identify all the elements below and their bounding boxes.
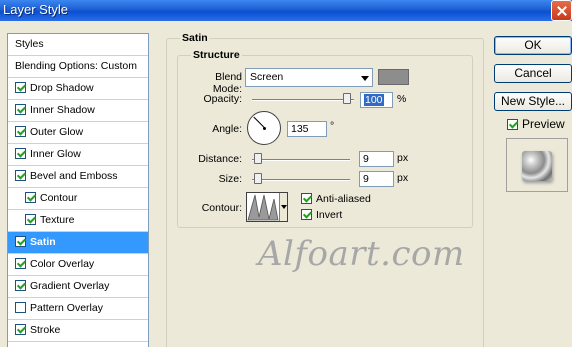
style-item-label: Outer Glow: [30, 126, 84, 138]
style-item-texture[interactable]: Texture: [8, 210, 148, 232]
close-icon[interactable]: [551, 0, 572, 21]
anti-aliased-option[interactable]: Anti-aliased: [301, 193, 371, 205]
angle-input[interactable]: 135: [287, 121, 327, 137]
style-item-label: Contour: [40, 192, 78, 204]
title-bar: Layer Style: [0, 0, 572, 21]
style-item-label: Inner Shadow: [30, 104, 95, 116]
checkbox-checked-icon[interactable]: [15, 170, 26, 181]
angle-value: 135: [291, 123, 309, 135]
style-item-contour[interactable]: Contour: [8, 188, 148, 210]
distance-slider-track[interactable]: [252, 159, 350, 161]
styles-list: Styles Blending Options: Custom Drop Sha…: [7, 33, 149, 347]
style-item-inner-glow[interactable]: Inner Glow: [8, 144, 148, 166]
style-item-stroke[interactable]: Stroke: [8, 320, 148, 342]
invert-label: Invert: [316, 209, 343, 221]
angle-unit: °: [330, 120, 335, 132]
size-unit: px: [397, 172, 409, 184]
style-item-drop-shadow[interactable]: Drop Shadow: [8, 78, 148, 100]
dropdown-arrow-icon[interactable]: [279, 193, 287, 221]
blend-color-swatch[interactable]: [378, 69, 409, 85]
preview-option[interactable]: Preview: [507, 117, 565, 131]
distance-unit: px: [397, 152, 409, 164]
ok-button[interactable]: OK: [494, 36, 572, 55]
angle-dial-icon[interactable]: [247, 111, 281, 145]
style-item-gradient-overlay[interactable]: Gradient Overlay: [8, 276, 148, 298]
anti-aliased-label: Anti-aliased: [316, 193, 371, 205]
checkbox-checked-icon[interactable]: [15, 324, 26, 335]
checkbox-checked-icon[interactable]: [507, 119, 518, 130]
blend-mode-label: Blend Mode:: [212, 71, 242, 95]
cancel-button[interactable]: Cancel: [494, 64, 572, 83]
style-item-label: Satin: [30, 236, 56, 248]
preview-swatch: [522, 151, 552, 181]
checkbox-checked-icon[interactable]: [15, 148, 26, 159]
opacity-unit: %: [397, 93, 407, 105]
satin-group-title: Satin: [180, 32, 210, 44]
size-slider-track[interactable]: [252, 179, 350, 181]
style-item-outer-glow[interactable]: Outer Glow: [8, 122, 148, 144]
style-item-pattern-overlay[interactable]: Pattern Overlay: [8, 298, 148, 320]
distance-value: 9: [363, 153, 369, 165]
window-title: Layer Style: [3, 2, 69, 17]
checkbox-checked-icon[interactable]: [15, 126, 26, 137]
style-item-label: Gradient Overlay: [30, 280, 110, 292]
invert-option[interactable]: Invert: [301, 209, 342, 221]
checkbox-unchecked-icon[interactable]: [15, 302, 26, 313]
blend-mode-value: Screen: [250, 71, 284, 83]
opacity-label: Opacity:: [203, 93, 242, 105]
style-item-label: Color Overlay: [30, 258, 95, 270]
styles-header[interactable]: Styles: [8, 34, 148, 56]
checkbox-checked-icon[interactable]: [25, 192, 36, 203]
blending-options-item[interactable]: Blending Options: Custom: [8, 56, 148, 78]
opacity-slider-thumb[interactable]: [343, 93, 351, 104]
opacity-input[interactable]: 100: [360, 92, 393, 108]
preview-thumbnail: [506, 138, 568, 192]
checkbox-checked-icon[interactable]: [15, 236, 26, 247]
style-item-label: Pattern Overlay: [30, 302, 103, 314]
style-item-label: Bevel and Emboss: [30, 170, 118, 182]
blend-mode-select[interactable]: Screen: [245, 68, 373, 87]
opacity-slider-track[interactable]: [252, 99, 354, 101]
structure-group-title: Structure: [191, 49, 242, 61]
style-item-satin[interactable]: Satin: [8, 232, 148, 254]
style-item-label: Drop Shadow: [30, 82, 94, 94]
style-item-label: Stroke: [30, 324, 61, 336]
contour-picker[interactable]: [246, 192, 288, 222]
distance-input[interactable]: 9: [359, 151, 394, 167]
watermark-text: Alfoart.com: [258, 234, 465, 274]
new-style-button[interactable]: New Style...: [494, 92, 572, 111]
preview-label: Preview: [522, 117, 565, 131]
opacity-value: 100: [364, 94, 384, 106]
contour-curve-icon: [247, 193, 279, 221]
checkbox-checked-icon[interactable]: [15, 82, 26, 93]
distance-label: Distance:: [198, 153, 242, 165]
dropdown-arrow-icon[interactable]: [361, 76, 369, 81]
style-item-color-overlay[interactable]: Color Overlay: [8, 254, 148, 276]
angle-label: Angle:: [212, 123, 242, 135]
checkbox-checked-icon[interactable]: [15, 258, 26, 269]
angle-center: [263, 127, 266, 130]
style-item-bevel-and-emboss[interactable]: Bevel and Emboss: [8, 166, 148, 188]
contour-label: Contour:: [201, 202, 242, 214]
checkbox-checked-icon[interactable]: [301, 209, 312, 220]
checkbox-checked-icon[interactable]: [25, 214, 36, 225]
style-item-label: Inner Glow: [30, 148, 81, 160]
checkbox-checked-icon[interactable]: [15, 104, 26, 115]
distance-slider-thumb[interactable]: [254, 153, 262, 164]
style-item-label: Texture: [40, 214, 75, 226]
size-label: Size:: [218, 173, 242, 185]
size-slider-thumb[interactable]: [254, 173, 262, 184]
style-item-inner-shadow[interactable]: Inner Shadow: [8, 100, 148, 122]
size-input[interactable]: 9: [359, 171, 394, 187]
checkbox-checked-icon[interactable]: [15, 280, 26, 291]
checkbox-checked-icon[interactable]: [301, 193, 312, 204]
size-value: 9: [363, 173, 369, 185]
